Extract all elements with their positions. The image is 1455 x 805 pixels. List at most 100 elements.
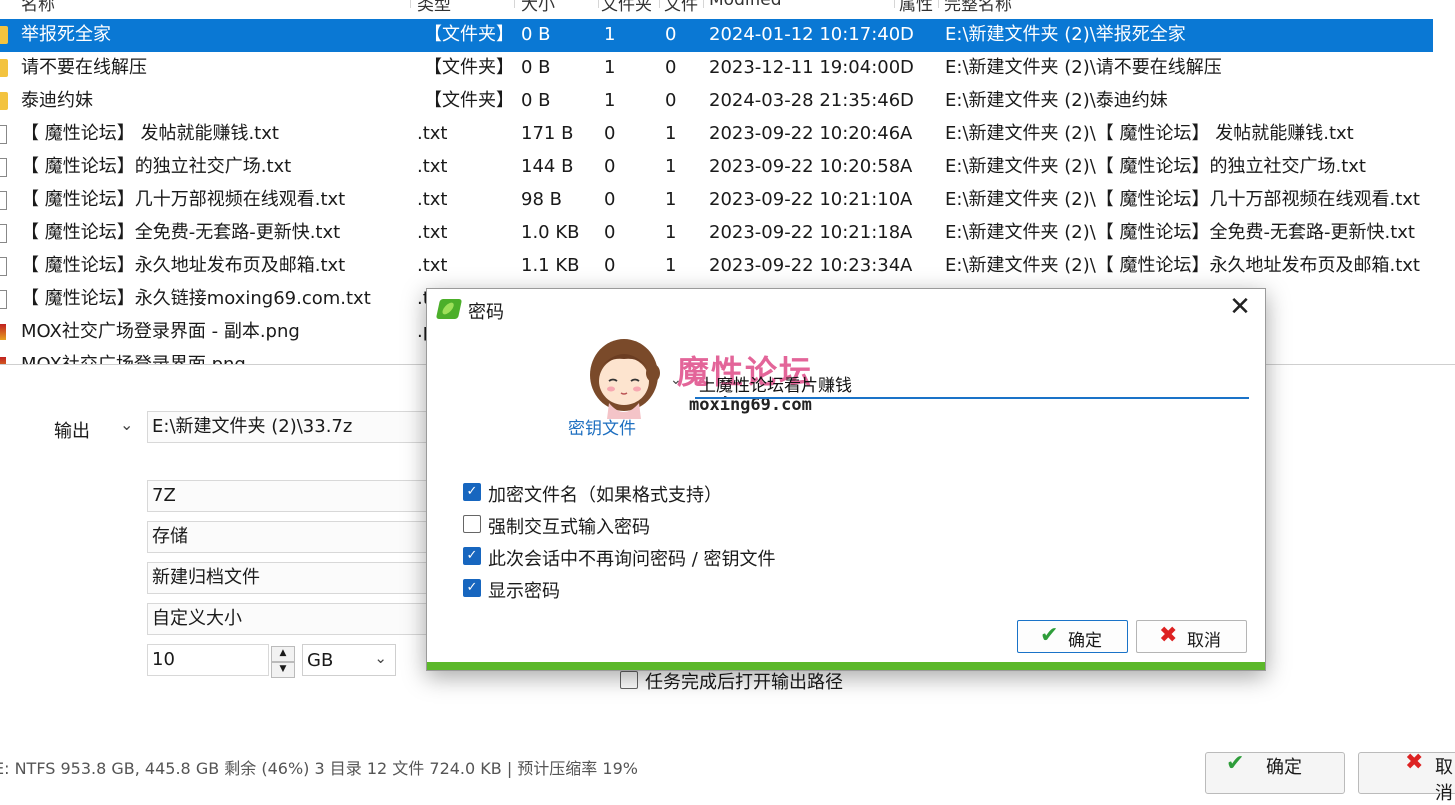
cell-modified: 2024-01-12 10:17:40 [709,24,901,45]
cell-type: 【文件夹】 [424,24,514,45]
progress-bar [427,662,1265,670]
cell-modified: 2023-09-22 10:21:10 [709,189,901,210]
split-size-input[interactable]: 10 [147,644,269,676]
stepper-down-icon[interactable]: ▼ [271,662,295,678]
column-header-name[interactable]: 名称 [21,0,55,15]
cell-path: E:\新建文件夹 (2)\【 魔性论坛】几十万部视频在线观看.txt [945,189,1420,210]
cell-files: 0 [665,90,677,111]
cell-name: 【 魔性论坛】 发帖就能赚钱.txt [21,123,279,144]
cell-type: .txt [417,123,448,144]
cancel-button[interactable]: ✖ 取消 [1136,620,1247,653]
column-header-size[interactable]: 大小 [521,0,555,15]
column-header-attributes[interactable]: 属性 [899,0,933,15]
cross-icon: ✖ [1405,750,1424,775]
app-icon [435,299,463,319]
column-header-full-name[interactable]: 完整名称 [944,0,1012,15]
folder-icon [0,26,8,44]
cell-modified: 2023-09-22 10:21:18 [709,222,901,243]
dialog-titlebar[interactable]: 密码 ✕ [427,289,1265,329]
ok-button[interactable]: ✔ 确定 [1017,620,1128,653]
cell-path: E:\新建文件夹 (2)\请不要在线解压 [945,57,1222,78]
bottom-cancel-label: 取消 [1435,757,1453,804]
checkbox-unchecked[interactable] [463,515,481,533]
txt-file-icon [0,224,7,243]
cell-folders: 0 [604,222,616,243]
checkbox-checked[interactable]: ✓ [463,547,481,565]
table-row[interactable]: 泰迪约妹 【文件夹】 0 B 1 0 2024-03-28 21:35:46 D E:\新建文… [0,85,1433,118]
table-row[interactable]: 【 魔性论坛】的独立社交广场.txt .txt 144 B 0 1 2023-09-22 … [0,151,1433,184]
txt-file-icon [0,290,7,309]
table-row[interactable]: 请不要在线解压 【文件夹】 0 B 1 0 2023-12-11 19:04:00 D E:\… [0,52,1433,85]
cell-attr: D [900,90,914,111]
stepper-up-icon[interactable]: ▲ [271,646,295,662]
chevron-down-icon[interactable]: ⌄ [120,415,133,434]
cell-name: 请不要在线解压 [21,57,147,78]
png-file-icon [0,324,6,340]
cell-modified: 2024-03-28 21:35:46 [709,90,901,111]
table-row[interactable]: 【 魔性论坛】全免费-无套路-更新快.txt .txt 1.0 KB 0 1 2023-0… [0,217,1433,250]
cell-attr: A [900,156,913,177]
option-label: 此次会话中不再询问密码 / 密钥文件 [488,549,776,570]
txt-file-icon [0,125,7,144]
password-input[interactable] [695,369,1249,399]
compression-method-select[interactable]: 存储 [147,521,437,553]
cell-type: 【文件夹】 [424,57,514,78]
table-row[interactable]: 举报死全家 【文件夹】 0 B 1 0 2024-01-12 10:17:40 D E:\新建… [0,19,1433,52]
cell-folders: 1 [604,57,616,78]
cell-attr: A [900,255,913,276]
cell-name: 【 魔性论坛】的独立社交广场.txt [21,156,292,177]
checkbox-checked[interactable]: ✓ [463,483,481,501]
close-icon[interactable]: ✕ [1225,293,1255,323]
cell-attr: D [900,24,914,45]
split-mode-select[interactable]: 自定义大小 [147,603,437,635]
output-label: 输出 [54,421,90,442]
cell-name: 【 魔性论坛】几十万部视频在线观看.txt [21,189,346,210]
cell-modified: 2023-09-22 10:23:34 [709,255,901,276]
table-row[interactable]: 【 魔性论坛】 发帖就能赚钱.txt .txt 171 B 0 1 2023-09-22 … [0,118,1433,151]
ok-label: 确定 [1068,631,1102,651]
bottom-cancel-button[interactable]: ✖ 取消 [1358,750,1455,804]
open-output-after-label: 任务完成后打开输出路径 [645,672,843,693]
bottom-ok-button[interactable]: ✔ 确定 [1205,751,1345,794]
format-select[interactable]: 7Z [147,480,437,512]
column-header-type[interactable]: 类型 [417,0,451,15]
checkbox-checked[interactable]: ✓ [463,579,481,597]
chevron-down-icon: ⌄ [374,649,387,667]
output-path-field[interactable]: E:\新建文件夹 (2)\33.7z [147,411,437,443]
column-header-files[interactable]: 文件 [664,0,698,15]
option-label: 强制交互式输入密码 [488,517,650,538]
cell-name: MOX社交广场登录界面.png [21,354,246,364]
cell-folders: 0 [604,189,616,210]
column-header-folders[interactable]: 文件夹 [601,0,652,15]
cell-files: 0 [665,24,677,45]
txt-file-icon [0,257,7,276]
txt-file-icon [0,158,7,177]
cell-name: 【 魔性论坛】永久链接moxing69.com.txt [21,288,371,309]
folder-icon [0,92,8,110]
archive-mode-select[interactable]: 新建归档文件 [147,562,437,594]
dialog-title: 密码 [468,302,504,323]
table-row[interactable]: 【 魔性论坛】永久地址发布页及邮箱.txt .txt 1.1 KB 0 1 2023-09… [0,250,1433,283]
open-output-after-checkbox[interactable] [620,671,638,689]
cell-path: E:\新建文件夹 (2)\【 魔性论坛】全免费-无套路-更新快.txt [945,222,1415,243]
split-size-stepper[interactable]: ▲ ▼ [271,646,295,678]
cell-path: E:\新建文件夹 (2)\【 魔性论坛】 发帖就能赚钱.txt [945,123,1354,144]
png-file-icon [0,357,6,364]
cell-name: 泰迪约妹 [21,90,93,111]
cell-size: 98 B [521,189,562,210]
password-dialog: 密码 ✕ 魔性论坛 moxing69.com 密钥文件 ⌄ ✓ 加密文件名（如果… [426,288,1266,671]
cell-name: 【 魔性论坛】全免费-无套路-更新快.txt [21,222,341,243]
cell-size: 0 B [521,24,551,45]
cell-modified: 2023-09-22 10:20:58 [709,156,901,177]
split-unit-select[interactable]: GB ⌄ [302,644,396,676]
cell-attr: A [900,222,913,243]
table-row[interactable]: 【 魔性论坛】几十万部视频在线观看.txt .txt 98 B 0 1 2023-09-2… [0,184,1433,217]
cell-type: .txt [417,255,448,276]
key-file-link[interactable]: 密钥文件 [568,414,636,439]
chevron-down-icon[interactable]: ⌄ [670,372,682,388]
cell-path: E:\新建文件夹 (2)\举报死全家 [945,24,1186,45]
column-header-modified[interactable]: Modified [709,0,782,10]
cell-folders: 0 [604,123,616,144]
bottom-ok-label: 确定 [1266,757,1302,778]
cross-icon: ✖ [1159,623,1178,648]
